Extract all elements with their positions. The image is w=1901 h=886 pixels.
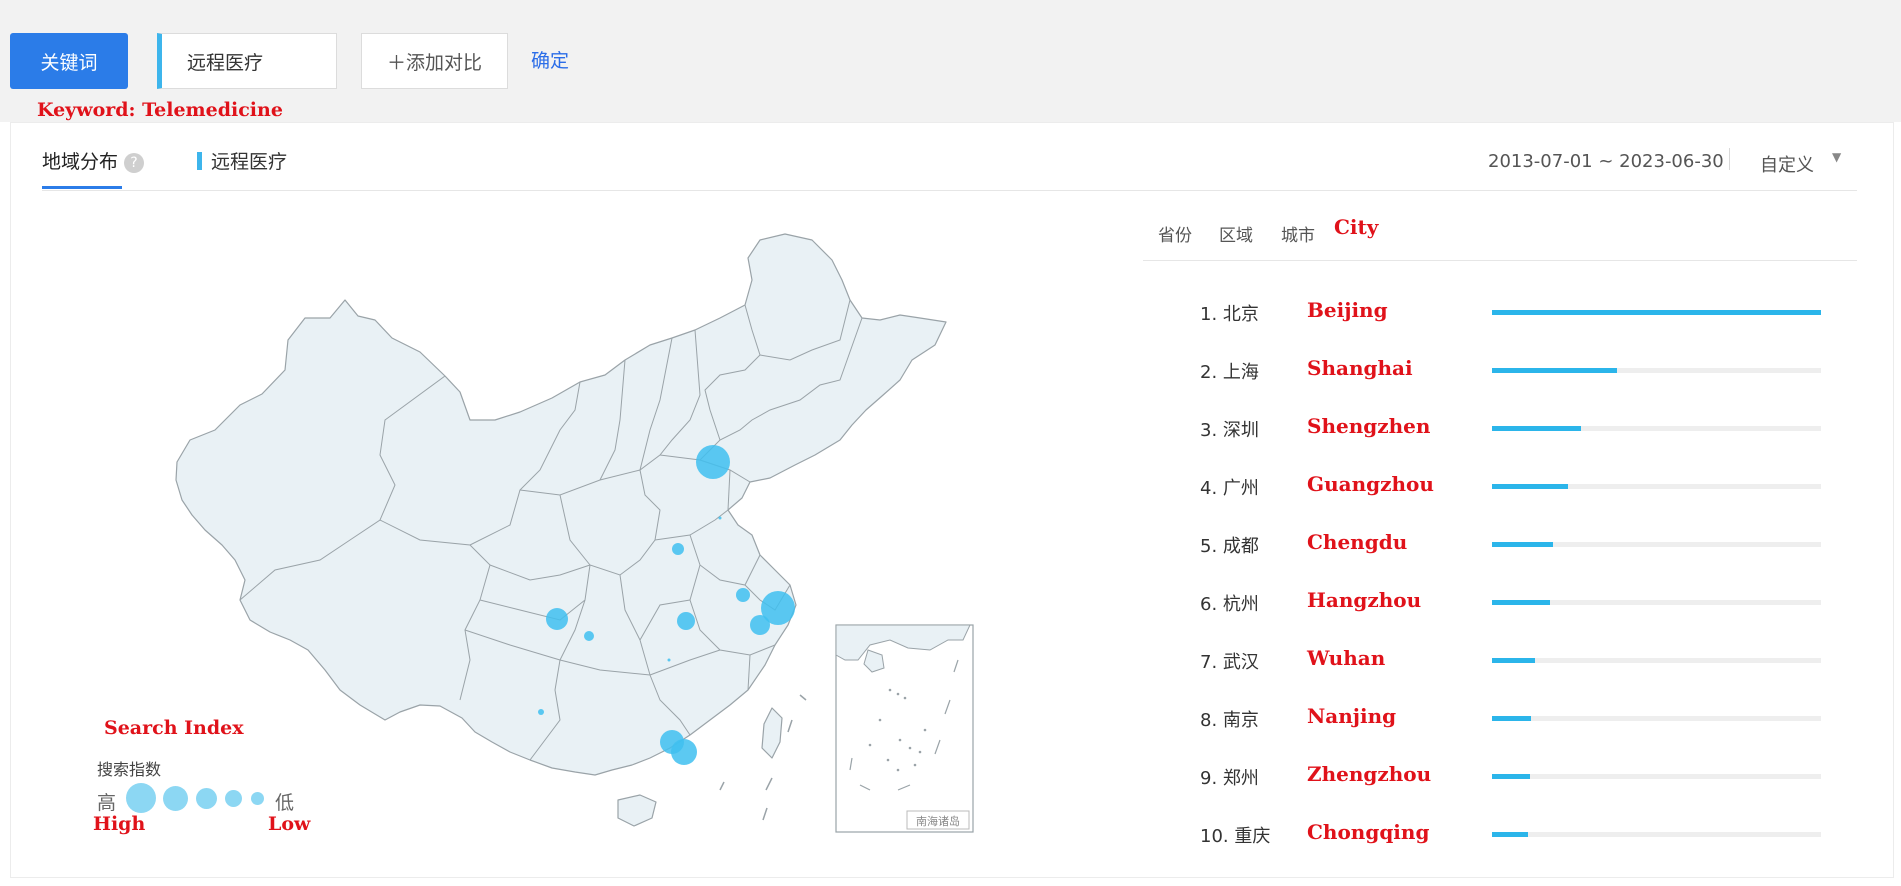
south-china-sea-inset: 南海诸岛 [835,624,974,833]
bubble-zhengzhou [672,543,684,555]
bubble-jinan [718,516,722,520]
bubble-hangzhou [750,615,770,635]
legend-dot-3 [196,788,217,809]
sea-borders [719,694,807,821]
legend-low-label: 低 [275,792,295,814]
low-annotation: Low [268,813,311,835]
legend-title: 搜索指数 [97,760,162,779]
hainan-island [617,794,657,827]
legend-dot-5 [251,792,264,805]
search-index-annotation: Search Index [104,717,244,739]
taiwan-island [761,707,783,759]
high-annotation: High [93,813,146,835]
bubble-wuhan [677,612,695,630]
inset-label: 南海诸岛 [916,814,960,828]
legend-dot-4 [225,790,242,807]
china-map: 南海诸岛 [175,233,974,833]
legend-high-label: 高 [97,792,117,814]
legend-dot-1 [126,783,156,813]
bubble-chongqing [584,631,594,641]
bubble-shenzhen [671,739,697,765]
bubble-chengdu [546,608,568,630]
bubble-changsha [667,658,671,662]
legend-dot-2 [163,786,188,811]
bubble-nanjing [736,588,750,602]
bubble-beijing [696,445,730,479]
bubble-kunming [538,709,544,715]
china-mainland [175,233,947,776]
